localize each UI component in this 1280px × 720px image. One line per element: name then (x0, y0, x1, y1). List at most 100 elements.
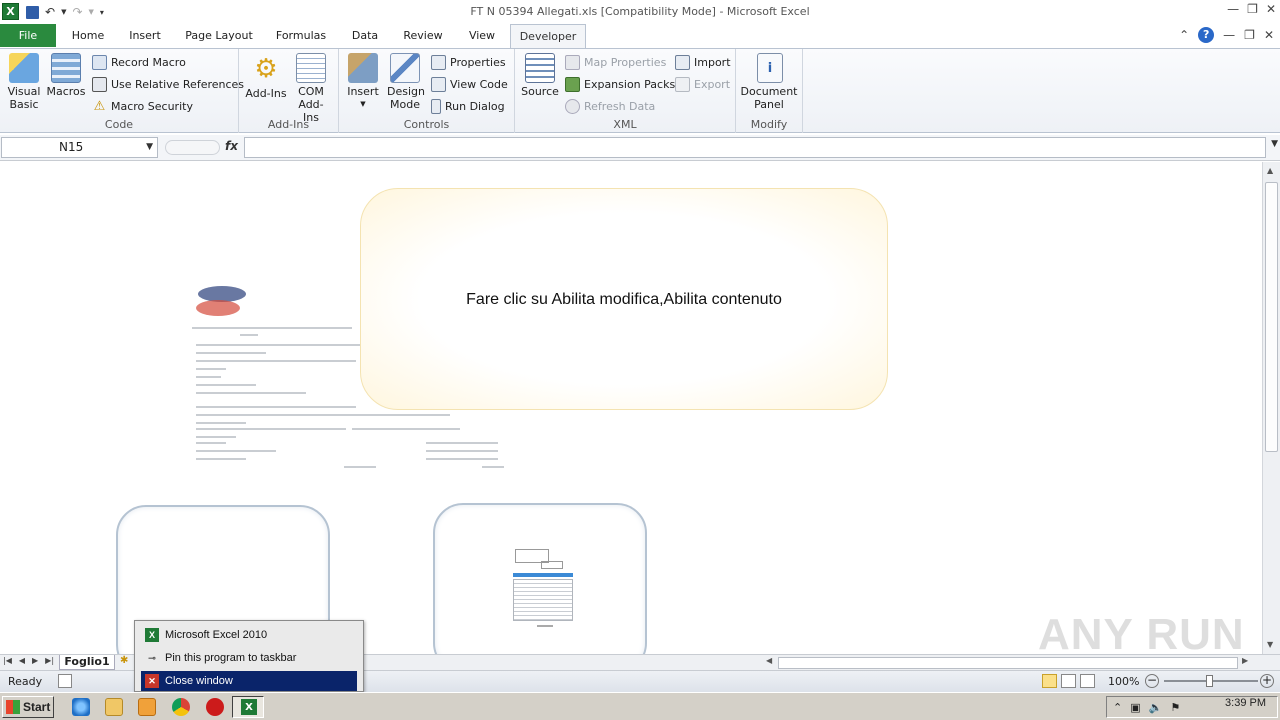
network-icon[interactable]: ▣ (1130, 701, 1140, 714)
group-label-code: Code (104, 118, 134, 131)
start-button[interactable]: Start (2, 696, 54, 718)
document-panel-button[interactable]: i Document Panel (740, 53, 800, 111)
scroll-up-icon[interactable]: ▲ (1267, 166, 1273, 175)
macros-button[interactable]: Macros (46, 53, 86, 98)
formula-bar-divider-icon (165, 140, 220, 155)
first-sheet-icon[interactable]: |◀ (3, 656, 12, 665)
worksheet-area[interactable]: Fare clic su Abilita modifica,Abilita co… (0, 162, 1262, 654)
minimize-ribbon-icon[interactable]: ⌃ (1179, 28, 1189, 42)
tab-data[interactable]: Data (344, 24, 386, 48)
chrome-icon[interactable] (172, 698, 190, 716)
workbook-close-icon[interactable]: ✕ (1264, 28, 1274, 42)
name-box[interactable]: N15 ▼ (1, 137, 158, 158)
tray-expand-icon[interactable]: ⌃ (1113, 701, 1122, 714)
normal-view-icon[interactable] (1042, 674, 1057, 688)
zoom-slider-thumb[interactable] (1206, 675, 1213, 687)
insert-sheet-icon[interactable]: ✱ (120, 655, 128, 666)
workbook-minimize-icon[interactable]: — (1223, 28, 1235, 42)
file-explorer-icon[interactable] (105, 698, 123, 716)
properties-button[interactable]: Properties (431, 52, 506, 72)
run-dialog-button[interactable]: Run Dialog (431, 96, 505, 116)
window-title: FT N 05394 Allegati.xls [Compatibility M… (470, 5, 810, 18)
next-sheet-icon[interactable]: ▶ (32, 656, 38, 665)
import-icon (675, 54, 690, 70)
insert-control-button[interactable]: Insert ▼ (345, 53, 381, 111)
taskbar-excel-button[interactable]: X (232, 696, 264, 718)
tab-review[interactable]: Review (396, 24, 450, 48)
last-sheet-icon[interactable]: ▶| (45, 656, 54, 665)
map-properties-button[interactable]: Map Properties (565, 52, 666, 72)
properties-icon (431, 54, 446, 70)
zoom-level[interactable]: 100% (1108, 675, 1139, 688)
sheet-tab-foglio1[interactable]: Foglio1 (59, 655, 115, 670)
prev-sheet-icon[interactable]: ◀ (19, 656, 25, 665)
tab-view[interactable]: View (460, 24, 504, 48)
vertical-scrollbar[interactable]: ▲ ▼ (1262, 162, 1280, 654)
visual-basic-icon (9, 53, 39, 83)
tab-formulas[interactable]: Formulas (270, 24, 332, 48)
tab-home[interactable]: Home (64, 24, 112, 48)
jumplist-item-pin[interactable]: ⊸ Pin this program to taskbar (141, 648, 357, 668)
taskbar-jump-list: X Microsoft Excel 2010 ⊸ Pin this progra… (134, 620, 364, 692)
clock[interactable]: 3:39 PM (1225, 697, 1266, 709)
tab-file[interactable]: File (0, 24, 56, 47)
minimize-icon[interactable]: — (1227, 2, 1239, 16)
expansion-packs-button[interactable]: Expansion Packs (565, 74, 675, 94)
tab-developer[interactable]: Developer (510, 24, 586, 49)
restore-icon[interactable]: ❐ (1247, 2, 1258, 16)
toolbox-icon (348, 53, 378, 83)
com-add-ins-button[interactable]: COM Add-Ins (289, 53, 333, 124)
use-relative-references-button[interactable]: Use Relative References (92, 74, 244, 94)
source-button[interactable]: Source (521, 53, 559, 98)
vertical-scroll-thumb[interactable] (1265, 182, 1278, 452)
view-code-button[interactable]: View Code (431, 74, 508, 94)
record-macro-button[interactable]: Record Macro (92, 52, 186, 72)
tab-insert[interactable]: Insert (122, 24, 168, 48)
design-mode-icon (390, 53, 420, 83)
embedded-document-card[interactable] (433, 503, 647, 654)
document-preview-image (513, 549, 575, 631)
macro-recording-icon[interactable] (58, 674, 72, 688)
macros-icon (51, 53, 81, 83)
name-box-dropdown-icon[interactable]: ▼ (146, 138, 153, 157)
workbook-restore-icon[interactable]: ❐ (1244, 28, 1255, 42)
macro-security-button[interactable]: ⚠ Macro Security (92, 96, 193, 116)
jumplist-item-excel[interactable]: X Microsoft Excel 2010 (141, 625, 357, 645)
ribbon: Visual Basic Macros Record Macro Use Rel… (0, 48, 1280, 133)
page-break-view-icon[interactable] (1080, 674, 1095, 688)
excel-taskbar-icon: X (241, 699, 257, 715)
action-center-flag-icon[interactable]: ⚑ (1170, 701, 1180, 714)
opera-icon[interactable] (206, 698, 224, 716)
internet-explorer-icon[interactable] (72, 698, 90, 716)
insert-function-icon[interactable]: fx (225, 139, 238, 153)
scroll-down-icon[interactable]: ▼ (1267, 640, 1273, 649)
taskbar: Start X ⌃ ▣ 🔈 ⚑ 3:39 PM (0, 692, 1280, 720)
sheet-navigation: |◀ ◀ ▶ ▶| (3, 656, 54, 665)
close-icon[interactable]: ✕ (1266, 2, 1276, 16)
page-layout-view-icon[interactable] (1061, 674, 1076, 688)
import-button[interactable]: Import (675, 52, 731, 72)
tab-page-layout[interactable]: Page Layout (180, 24, 258, 48)
jumplist-item-close-window[interactable]: ✕ Close window (141, 671, 357, 691)
refresh-data-button[interactable]: Refresh Data (565, 96, 655, 116)
volume-icon[interactable]: 🔈 (1149, 701, 1163, 714)
view-code-icon (431, 76, 446, 92)
export-button[interactable]: Export (675, 74, 730, 94)
expand-formula-bar-icon[interactable]: ▼ (1271, 139, 1278, 149)
add-ins-button[interactable]: ⚙ Add-Ins (244, 53, 288, 101)
zoom-in-icon[interactable]: + (1260, 674, 1274, 688)
pin-icon: ⊸ (148, 652, 156, 663)
hscroll-left-icon[interactable]: ◀ (766, 656, 772, 665)
record-macro-icon (92, 54, 107, 70)
ribbon-tabs: File Home Insert Page Layout Formulas Da… (0, 24, 1280, 49)
anyrun-watermark: ANY RUN (1038, 610, 1245, 659)
zoom-out-icon[interactable]: − (1145, 674, 1159, 688)
design-mode-button[interactable]: Design Mode (385, 53, 425, 111)
close-window-icon: ✕ (145, 674, 159, 688)
formula-input[interactable] (244, 137, 1266, 158)
visual-basic-button[interactable]: Visual Basic (4, 53, 44, 111)
group-controls: Insert ▼ Design Mode Properties View Cod… (339, 49, 515, 133)
enable-content-callout: Fare clic su Abilita modifica,Abilita co… (360, 188, 888, 410)
media-player-icon[interactable] (138, 698, 156, 716)
help-icon[interactable]: ? (1198, 27, 1215, 43)
